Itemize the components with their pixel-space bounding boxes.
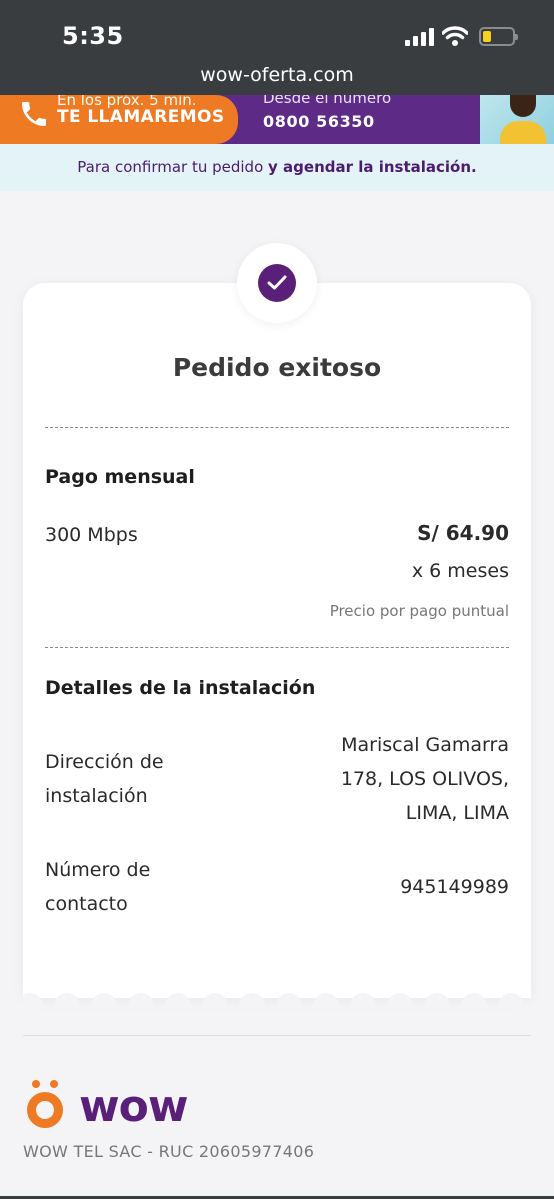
contact-label-line2: contacto	[45, 893, 128, 915]
plan-speed: 300 Mbps	[45, 524, 138, 546]
installation-heading: Detalles de la instalación	[45, 677, 316, 699]
divider	[45, 647, 509, 648]
confirm-info-strip: Para confirmar tu pedido y agendar la in…	[0, 144, 554, 191]
callback-button[interactable]: En los próx. 5 min. TE LLAMAREMOS	[0, 95, 238, 144]
plan-duration: x 6 meses	[411, 560, 509, 582]
contact-label-line1: Número de	[45, 859, 151, 881]
divider	[45, 427, 509, 428]
battery-icon	[479, 27, 518, 46]
receipt-edge	[23, 987, 531, 1007]
address-line2: 178, LOS OLIVOS,	[340, 768, 509, 790]
callback-line2: TE LLAMAREMOS	[57, 107, 225, 127]
contact-number: 945149989	[400, 876, 509, 898]
page-title: Pedido exitoso	[172, 353, 382, 382]
order-card: Pedido exitoso Pago mensual 300 Mbps S/ …	[23, 283, 531, 998]
signal-icon	[405, 28, 435, 46]
address-label-line1: Dirección de	[45, 751, 164, 773]
success-badge	[237, 243, 317, 323]
wow-logo[interactable]: wow	[79, 1081, 189, 1132]
footer-divider	[23, 1035, 531, 1036]
plan-price: S/ 64.90	[417, 521, 509, 545]
callback-banner[interactable]: En los próx. 5 min. TE LLAMAREMOS Desde …	[0, 95, 554, 144]
phone-icon	[22, 102, 46, 126]
logo-dot	[50, 1080, 58, 1088]
address-label-line2: instalación	[45, 785, 148, 807]
url-bar[interactable]: wow-oferta.com	[0, 64, 554, 86]
address-line3: LIMA, LIMA	[405, 802, 509, 824]
wifi-icon	[442, 26, 468, 46]
address-line1: Mariscal Gamarra	[341, 734, 509, 756]
price-note: Precio por pago puntual	[329, 602, 509, 620]
checkmark-icon	[258, 264, 296, 302]
logo-dot	[32, 1080, 40, 1088]
from-number-label: Desde el número	[263, 95, 392, 107]
banner-photo	[480, 95, 554, 144]
legal-text: WOW TEL SAC - RUC 20605977406	[23, 1142, 315, 1161]
browser-top-bar: 5:35 wow-oferta.com	[0, 0, 554, 95]
info-text-bold: y agendar la instalación.	[268, 158, 477, 176]
monthly-payment-heading: Pago mensual	[45, 466, 195, 488]
info-text: Para confirmar tu pedido	[77, 158, 269, 176]
status-time: 5:35	[62, 22, 124, 50]
wow-logo-o	[27, 1092, 63, 1128]
banner-phone-number[interactable]: 0800 56350	[263, 112, 375, 131]
